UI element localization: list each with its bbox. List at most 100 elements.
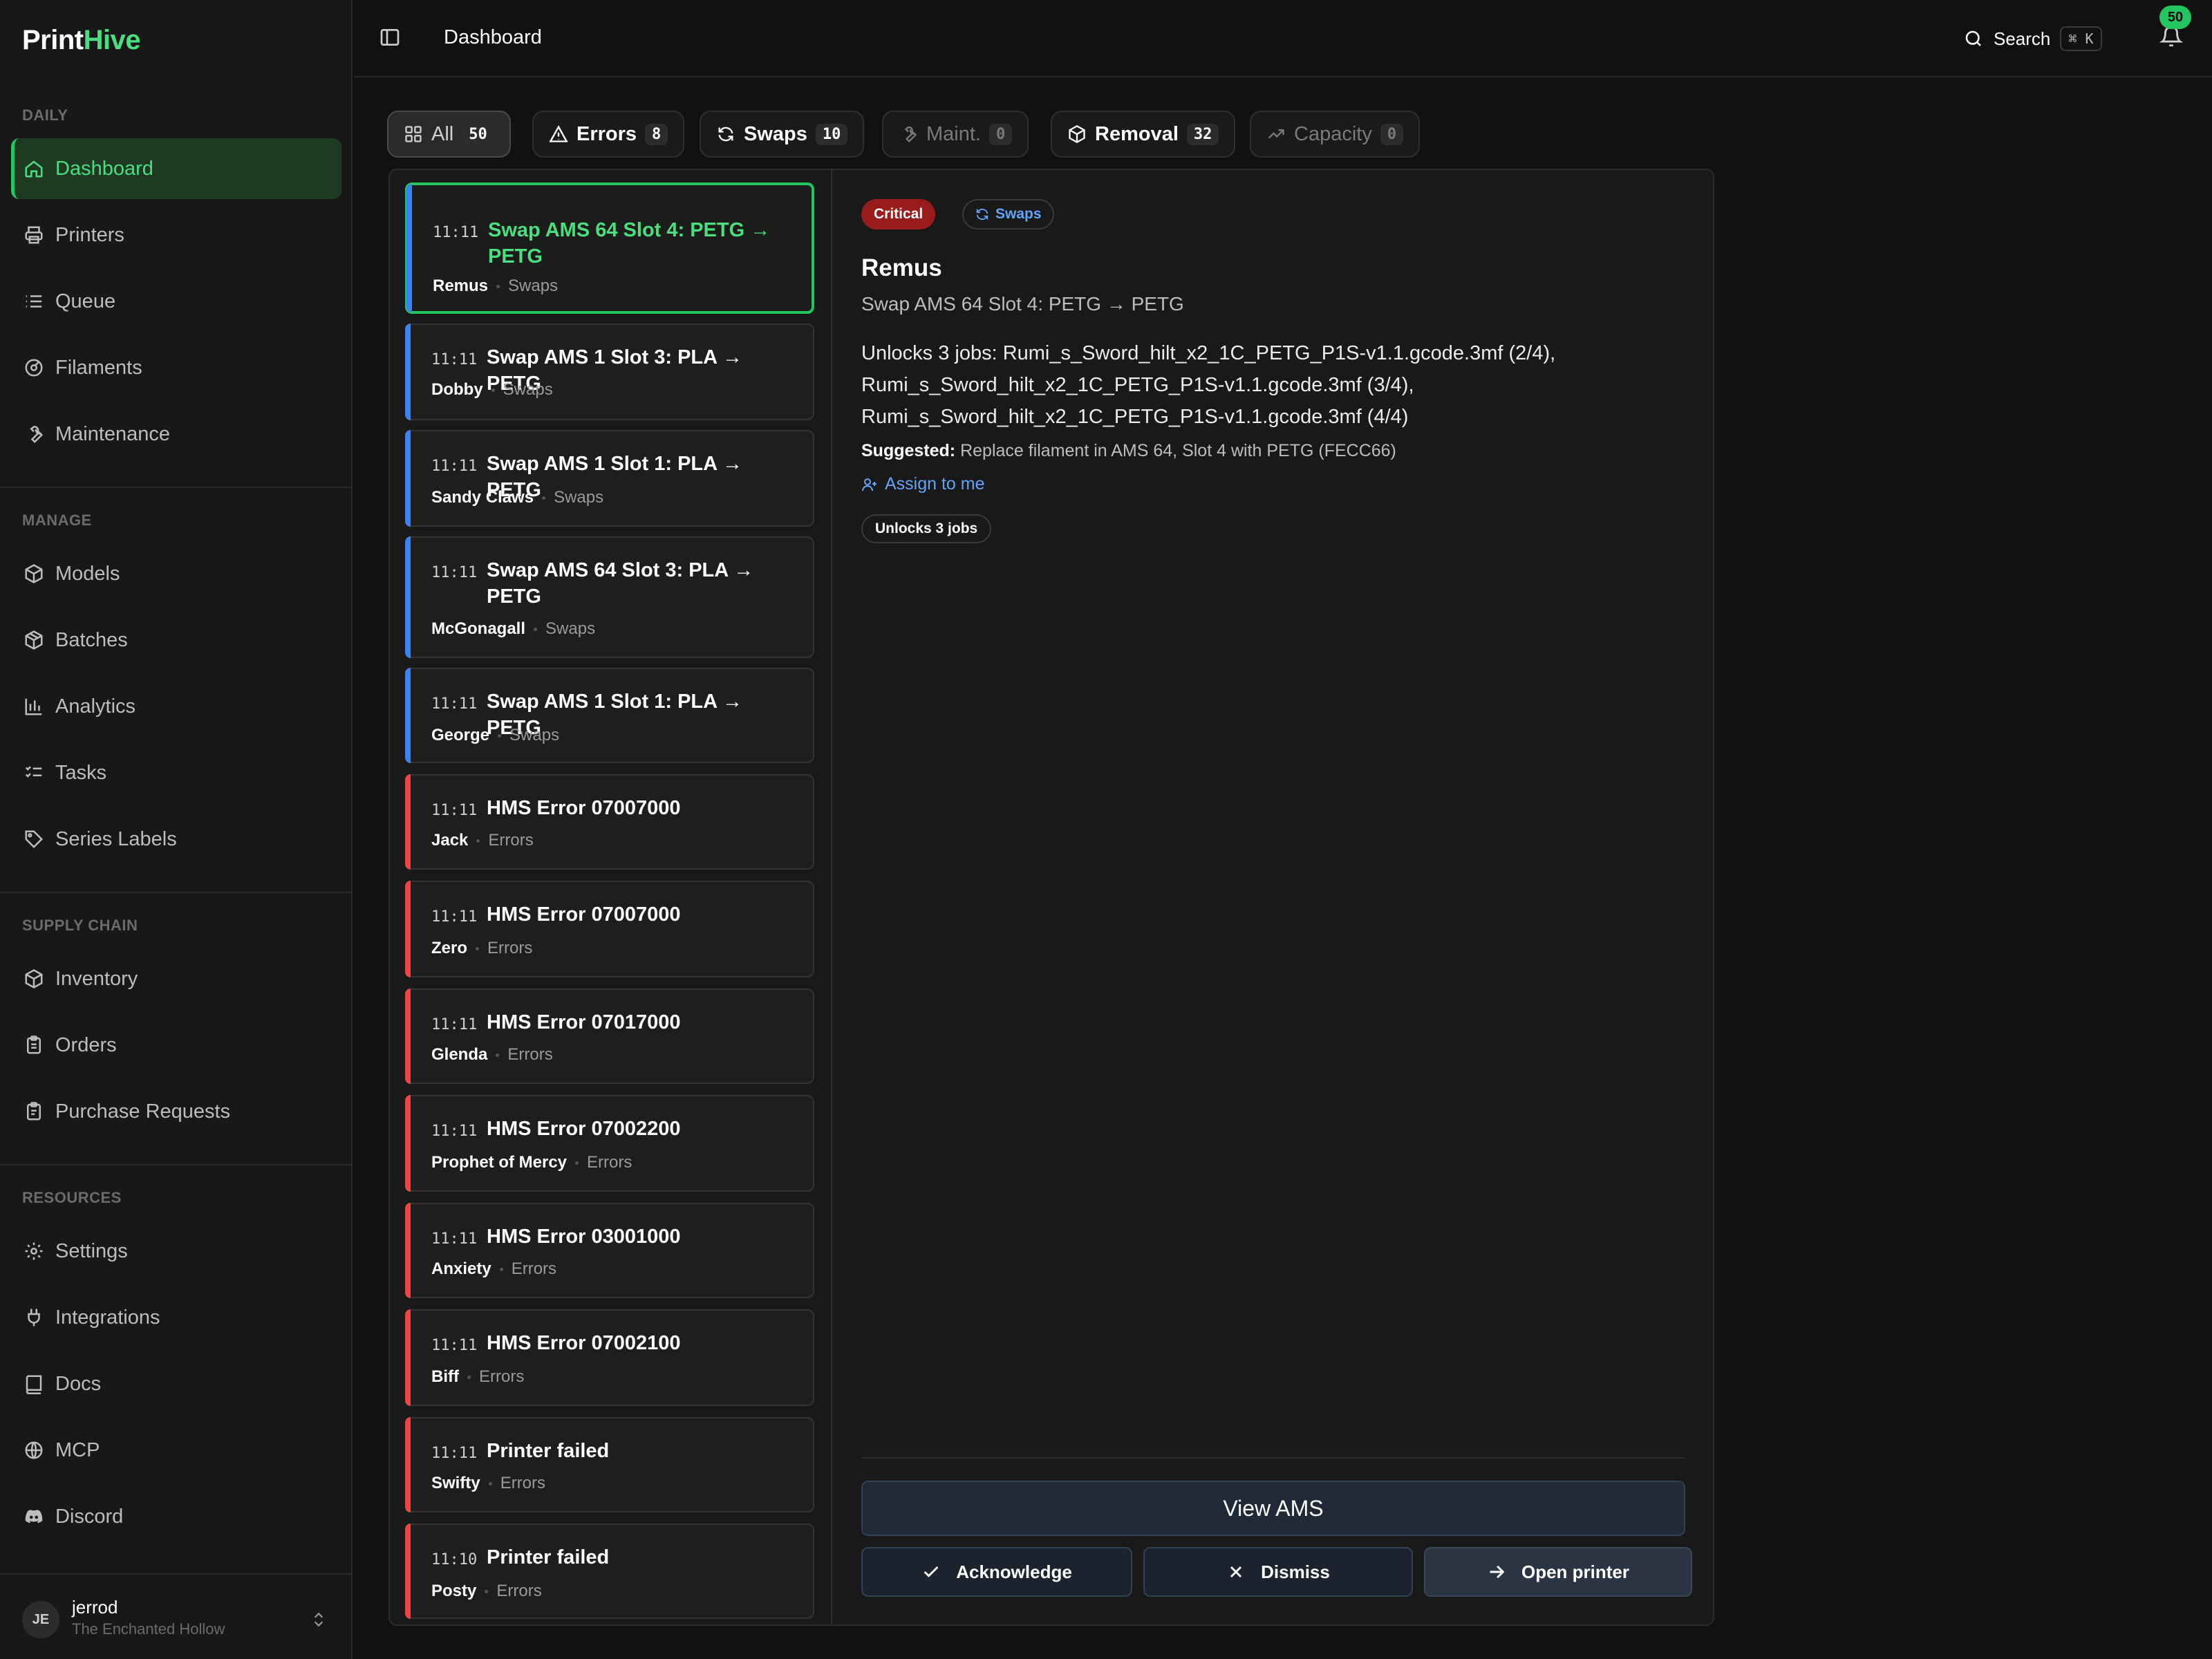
detail-suggestion: Suggested: Replace filament in AMS 64, S… [861,441,1396,460]
event-card[interactable]: 11:11 HMS Error 07017000 Glenda Errors [405,988,814,1084]
refresh-icon [976,208,988,221]
home-icon [25,160,43,178]
sidebar-item-discord[interactable]: Discord [11,1486,341,1547]
category-bar [405,1417,411,1512]
sidebar-item-mcp[interactable]: MCP [11,1420,341,1481]
sidebar-item-inventory[interactable]: Inventory [11,948,341,1009]
checklist-icon [25,766,42,778]
search-button[interactable]: Search ⌘ K [1963,21,2102,57]
sidebar-item-dashboard[interactable]: Dashboard [11,138,341,199]
dismiss-button[interactable]: Dismiss [1143,1547,1413,1597]
cube-icon [25,564,43,583]
category-bar [405,1309,411,1406]
trend-icon [1268,129,1284,139]
user-menu[interactable]: JE jerrod The Enchanted Hollow [0,1573,353,1659]
sidebar-item-purchase-requests[interactable]: Purchase Requests [11,1081,341,1142]
category-bar [405,1203,411,1298]
user-name: jerrod [72,1597,118,1618]
category-bar [405,988,411,1084]
category-bar [405,774,411,870]
unlocks-chip: Unlocks 3 jobs [861,514,992,543]
sidebar-item-tasks[interactable]: Tasks [11,742,341,803]
tab-errors[interactable]: Errors 8 [532,111,685,158]
app-logo[interactable]: PrintHive [22,25,141,56]
plug-icon [28,1309,40,1327]
printer-icon [25,226,43,244]
sidebar-item-orders[interactable]: Orders [11,1015,341,1076]
view-ams-button[interactable]: View AMS [861,1481,1685,1536]
sidebar-item-analytics[interactable]: Analytics [11,676,341,737]
list-icon [26,295,42,308]
refresh-icon [718,126,733,142]
category-bar [405,536,411,658]
sidebar-toggle-icon[interactable] [379,26,401,48]
event-card[interactable]: 11:11 HMS Error 07007000 Jack Errors [405,774,814,870]
wrench-icon [30,426,43,444]
category-bar [405,324,411,420]
sidebar-item-printers[interactable]: Printers [11,205,341,265]
tag-icon [25,830,44,849]
grid-icon [405,126,422,142]
sidebar-item-integrations[interactable]: Integrations [11,1287,341,1348]
event-card[interactable]: 11:11 HMS Error 03001000 Anxiety Errors [405,1203,814,1298]
section-label-manage: MANAGE [22,512,92,529]
event-detail: Critical Swaps Remus Swap AMS 64 Slot 4:… [834,170,1713,1624]
avatar: JE [22,1601,59,1638]
tab-swaps[interactable]: Swaps 10 [700,111,865,158]
tab-all[interactable]: All 50 [387,111,511,158]
category-bar [406,184,412,312]
event-card[interactable]: 11:11 HMS Error 07002200 Prophet of Merc… [405,1095,814,1192]
tab-capacity[interactable]: Capacity 0 [1250,111,1421,158]
event-card[interactable]: 11:11 Swap AMS 1 Slot 3: PLA → PETG Dobb… [405,324,814,420]
sidebar-item-batches[interactable]: Batches [11,610,341,671]
top-bar: Dashboard Search ⌘ K 50 [354,0,2212,77]
sidebar-item-settings[interactable]: Settings [11,1221,341,1282]
event-card[interactable]: 11:11 HMS Error 07002100 Biff Errors [405,1309,814,1406]
sidebar-item-series-labels[interactable]: Series Labels [11,809,341,870]
search-icon [1965,30,1981,46]
gear-icon [25,1242,43,1260]
event-card[interactable]: 11:11 Swap AMS 1 Slot 1: PLA → PETG Sand… [405,430,814,527]
detail-printer-name: Remus [861,254,942,281]
notification-badge: 50 [2159,6,2191,29]
check-icon [924,1566,939,1577]
detail-subtitle: Swap AMS 64 Slot 4: PETG → PETG [861,293,1184,315]
category-bar [405,881,411,977]
box-icon [1069,124,1085,144]
sidebar-divider [0,1164,353,1165]
globe-icon [25,1441,43,1459]
sidebar-divider [0,487,353,488]
event-card[interactable]: 11:11 Swap AMS 64 Slot 3: PLA → PETG McG… [405,536,814,658]
sidebar-item-docs[interactable]: Docs [11,1353,341,1414]
open-printer-button[interactable]: Open printer [1424,1547,1692,1597]
detail-divider [861,1457,1685,1459]
sidebar-item-models[interactable]: Models [11,543,341,604]
tab-removal[interactable]: Removal 32 [1051,111,1236,158]
event-card[interactable]: 11:11 Printer failed Swifty Errors [405,1417,814,1512]
category-bar [405,1095,411,1192]
spool-icon [25,359,43,377]
sidebar-divider [0,892,353,893]
wrench-icon [904,126,917,143]
event-card[interactable]: 11:11 Swap AMS 1 Slot 1: PLA → PETG Geor… [405,668,814,763]
sidebar-item-maintenance[interactable]: Maintenance [11,404,341,465]
events-panel: 11:11 Swap AMS 64 Slot 4: PETG → PETG Re… [388,169,1714,1626]
event-card[interactable]: 11:11 HMS Error 07007000 Zero Errors [405,881,814,977]
event-card[interactable]: 11:11 Swap AMS 64 Slot 4: PETG → PETG Re… [405,182,814,314]
assign-to-me-link[interactable]: Assign to me [861,474,985,494]
tab-maintenance[interactable]: Maint. 0 [882,111,1029,158]
sidebar-item-queue[interactable]: Queue [11,271,341,332]
search-shortcut: ⌘ K [2060,26,2102,51]
section-label-resources: RESOURCES [22,1189,122,1206]
event-card[interactable]: 11:10 Printer failed Posty Errors [405,1524,814,1619]
bar-chart-icon [25,698,42,715]
category-bar [405,668,411,763]
acknowledge-button[interactable]: Acknowledge [861,1547,1132,1597]
chevrons-up-down-icon [314,1612,324,1627]
section-label-supply-chain: SUPPLY CHAIN [22,917,138,934]
breadcrumb: Dashboard [444,26,542,48]
section-label-daily: DAILY [22,106,68,124]
sidebar-item-filaments[interactable]: Filaments [11,337,341,398]
detail-unlocks-text: Unlocks 3 jobs: Rumi_s_Sword_hilt_x2_1C_… [861,342,1556,428]
category-bar [405,430,411,527]
